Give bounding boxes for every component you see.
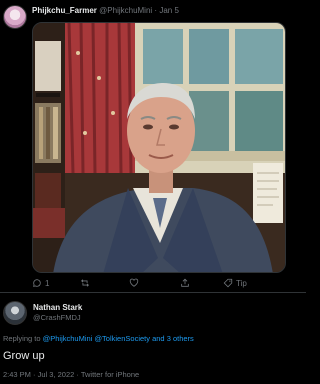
author-handle[interactable]: @PhijkchuMini xyxy=(99,6,152,15)
mention-link[interactable]: @TolkienSociety xyxy=(94,334,150,343)
reply-text: Grow up xyxy=(3,350,45,362)
like-action[interactable] xyxy=(129,278,139,288)
tweet-header: Phijkchu_Farmer @PhijkchuMini · Jan 5 xyxy=(32,6,179,15)
others-link[interactable]: and 3 others xyxy=(152,334,194,343)
tweet-reply[interactable]: Nathan Stark @CrashFMDJ Replying to @Phi… xyxy=(0,294,306,384)
tweet-date[interactable]: Jan 5 xyxy=(159,6,179,15)
retweet-icon xyxy=(81,279,89,287)
dot-separator: · xyxy=(154,6,158,15)
share-action[interactable] xyxy=(180,278,190,288)
photo-image xyxy=(33,23,285,272)
replying-prefix: Replying to xyxy=(3,334,41,343)
mention-link[interactable]: @PhijkchuMini xyxy=(43,334,93,343)
replying-to: Replying to @PhijkchuMini @TolkienSociet… xyxy=(3,334,194,343)
heart-icon xyxy=(129,278,139,287)
reply-author-avatar[interactable] xyxy=(3,301,27,325)
tweet-divider xyxy=(0,292,306,293)
reply-timestamp[interactable]: 2:43 PM · Jul 3, 2022 · Twitter for iPho… xyxy=(3,370,139,379)
tweet-actions: 1 Tip xyxy=(32,278,286,292)
reply-author-name[interactable]: Nathan Stark xyxy=(33,303,82,312)
tip-label: Tip xyxy=(236,278,247,288)
tip-icon xyxy=(223,278,233,288)
reply-icon xyxy=(33,279,41,287)
reply-action[interactable]: 1 xyxy=(32,278,49,288)
tip-action[interactable]: Tip xyxy=(223,278,247,288)
tweet-original[interactable]: Phijkchu_Farmer @PhijkchuMini · Jan 5 1 … xyxy=(0,0,306,300)
author-name[interactable]: Phijkchu_Farmer xyxy=(32,6,97,15)
retweet-action[interactable] xyxy=(80,278,90,288)
share-icon xyxy=(181,278,189,287)
author-avatar[interactable] xyxy=(3,5,27,29)
tweet-photo[interactable] xyxy=(32,22,286,273)
reply-author-handle[interactable]: @CrashFMDJ xyxy=(33,313,81,322)
reply-count: 1 xyxy=(45,278,50,288)
